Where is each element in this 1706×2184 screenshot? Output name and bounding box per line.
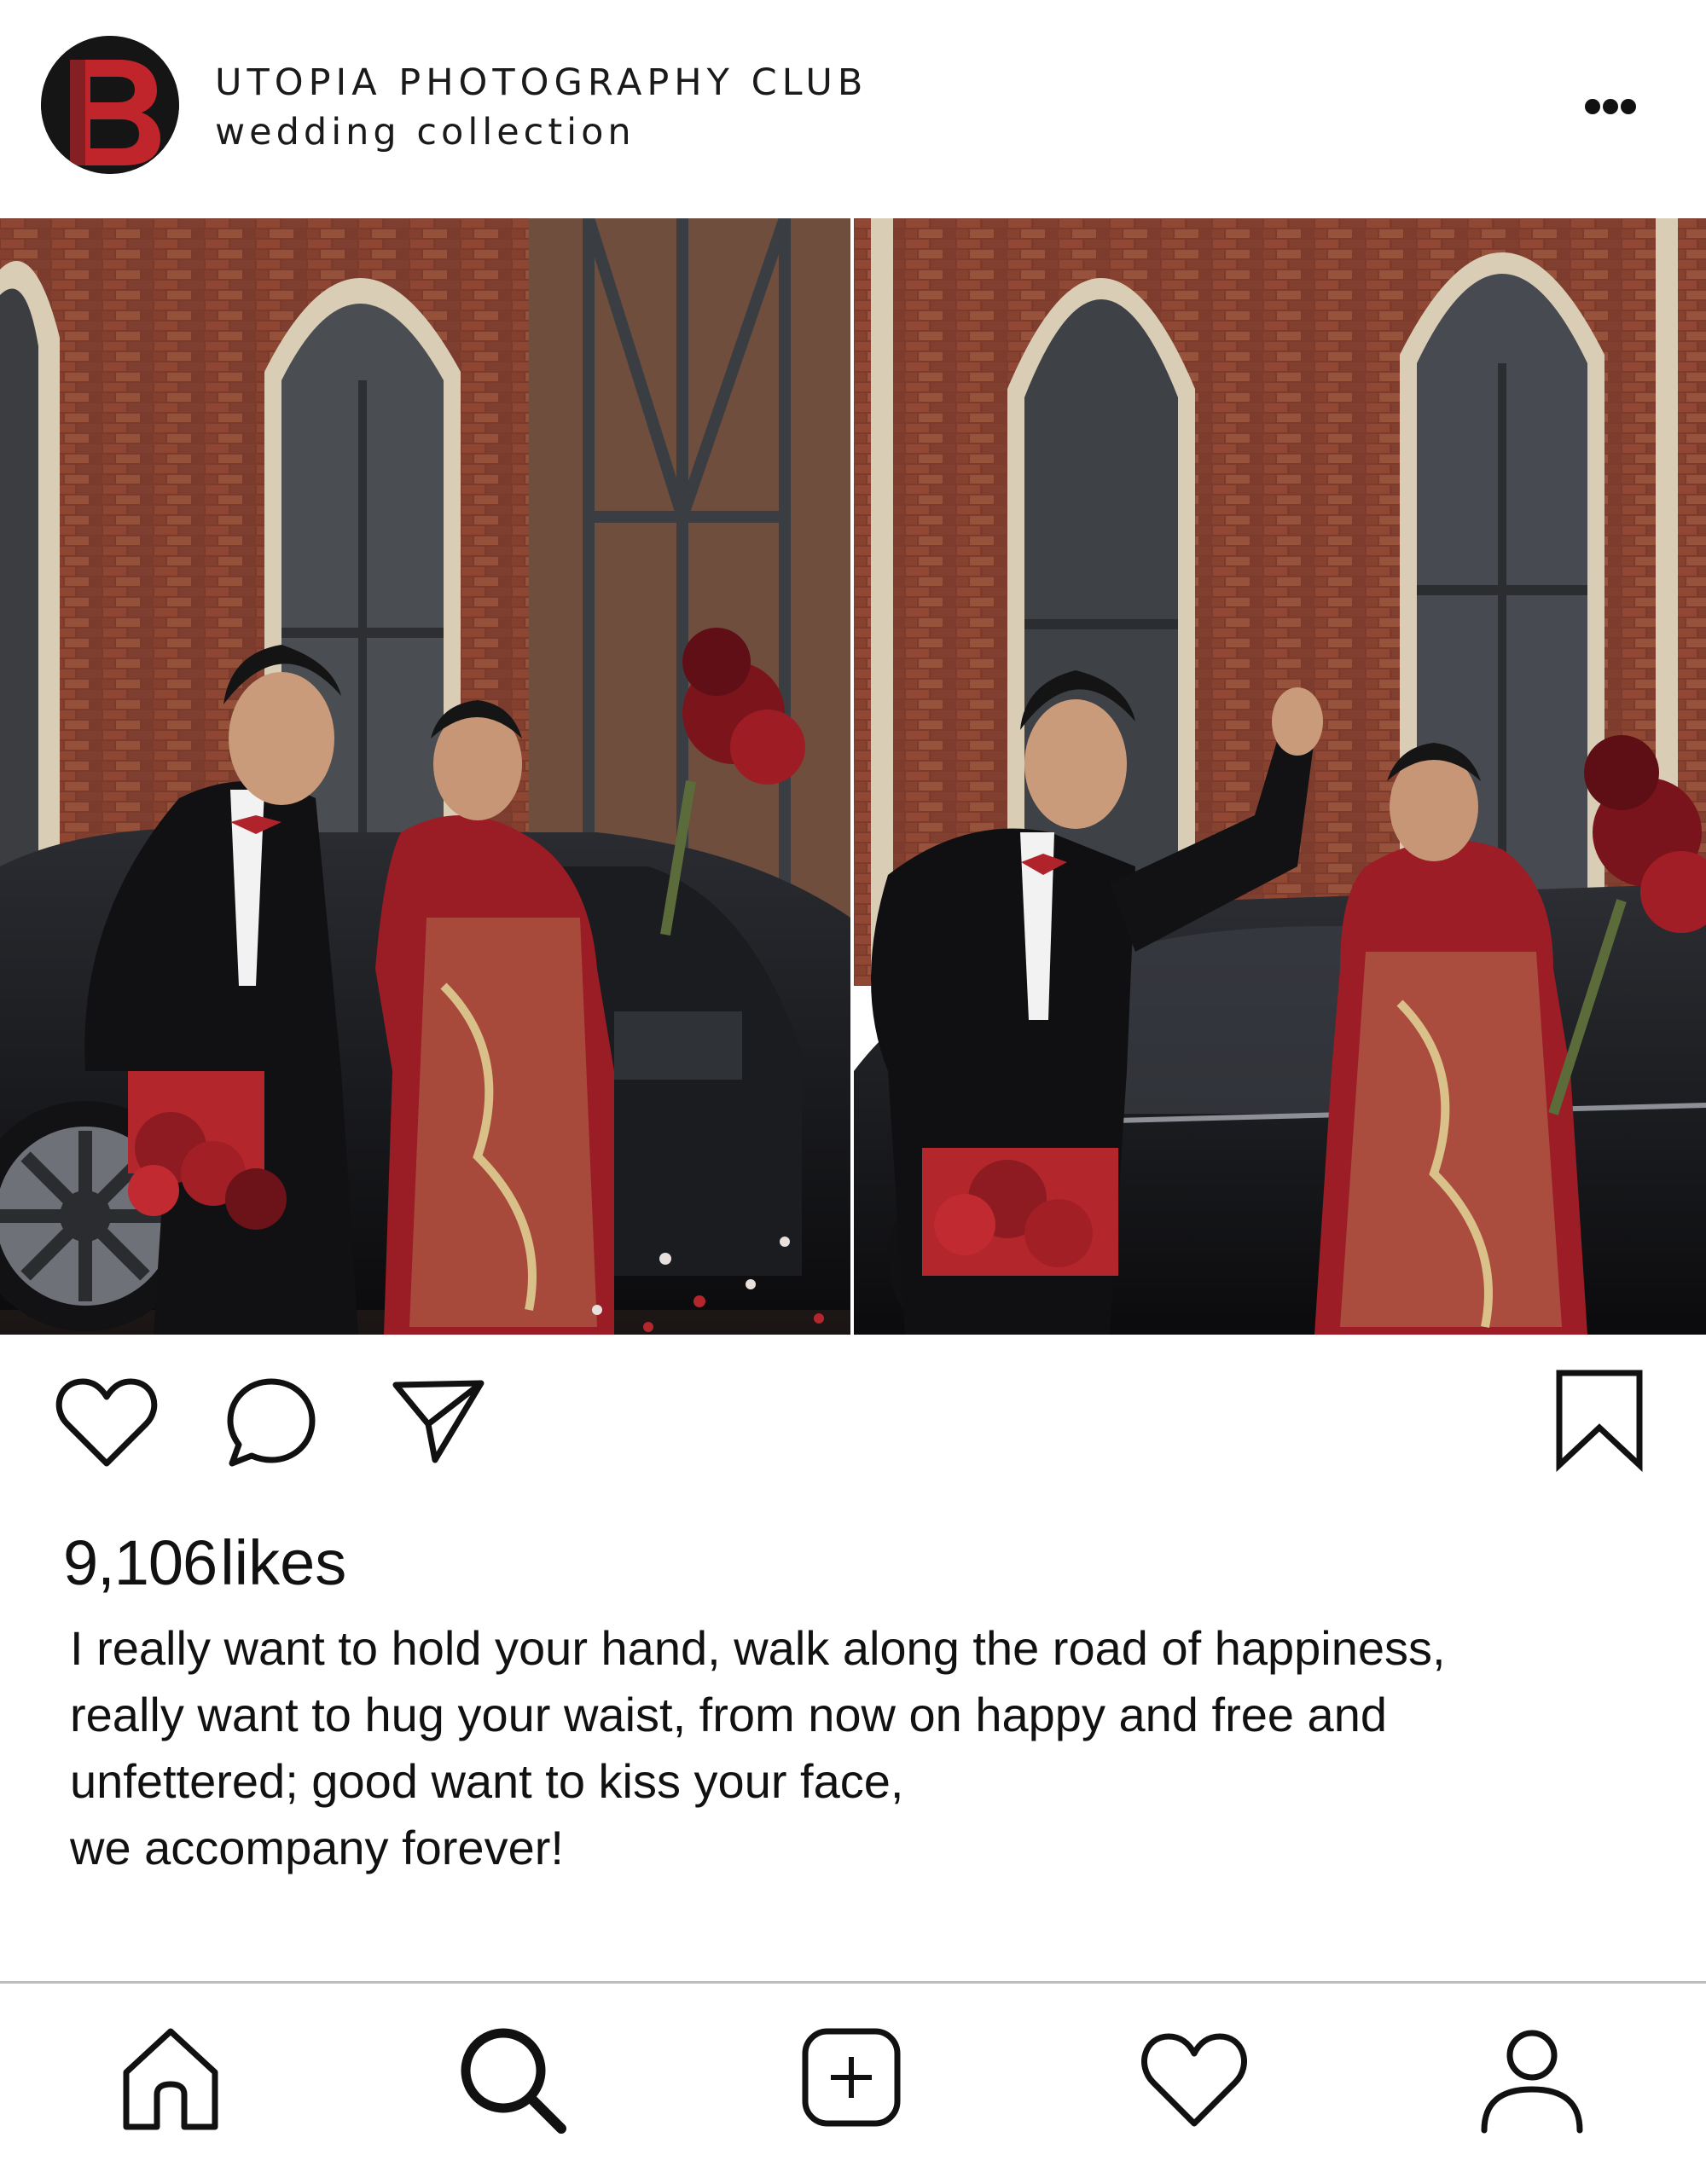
home-icon[interactable] (111, 2019, 230, 2139)
heart-icon[interactable] (55, 1375, 159, 1470)
send-icon[interactable] (391, 1375, 486, 1470)
account-subtitle: wedding collection (215, 111, 635, 154)
more-horizontal-icon[interactable] (1576, 90, 1645, 125)
wedding-photo-right[interactable] (854, 218, 1706, 1335)
bottom-navigation (0, 1984, 1706, 2184)
caption-line: I really want to hold your hand, walk al… (70, 1621, 1446, 1675)
likes-number: 9,106 (63, 1527, 218, 1598)
post-caption: I really want to hold your hand, walk al… (70, 1615, 1657, 1881)
caption-line: we accompany forever! (70, 1821, 564, 1874)
add-post-icon[interactable] (793, 2019, 913, 2139)
account-name[interactable]: UTOPIA PHOTOGRAPHY CLUB (215, 61, 868, 104)
post-header: UTOPIA PHOTOGRAPHY CLUB wedding collecti… (0, 0, 1706, 218)
likes-count[interactable]: 9,106likes (63, 1526, 346, 1600)
wedding-photo-left[interactable] (0, 218, 850, 1335)
search-icon[interactable] (452, 2019, 572, 2139)
bookmark-icon[interactable] (1554, 1368, 1645, 1472)
caption-line: unfettered; good want to kiss your face, (70, 1754, 904, 1808)
caption-line: really want to hug your waist, from now … (70, 1688, 1387, 1741)
likes-label: likes (220, 1527, 347, 1598)
heart-icon[interactable] (1134, 2019, 1254, 2139)
b-logo-avatar[interactable] (41, 36, 179, 174)
post-media[interactable] (0, 218, 1706, 1335)
profile-icon[interactable] (1472, 2019, 1592, 2139)
comment-icon[interactable] (223, 1375, 319, 1470)
post-actions (0, 1356, 1706, 1484)
